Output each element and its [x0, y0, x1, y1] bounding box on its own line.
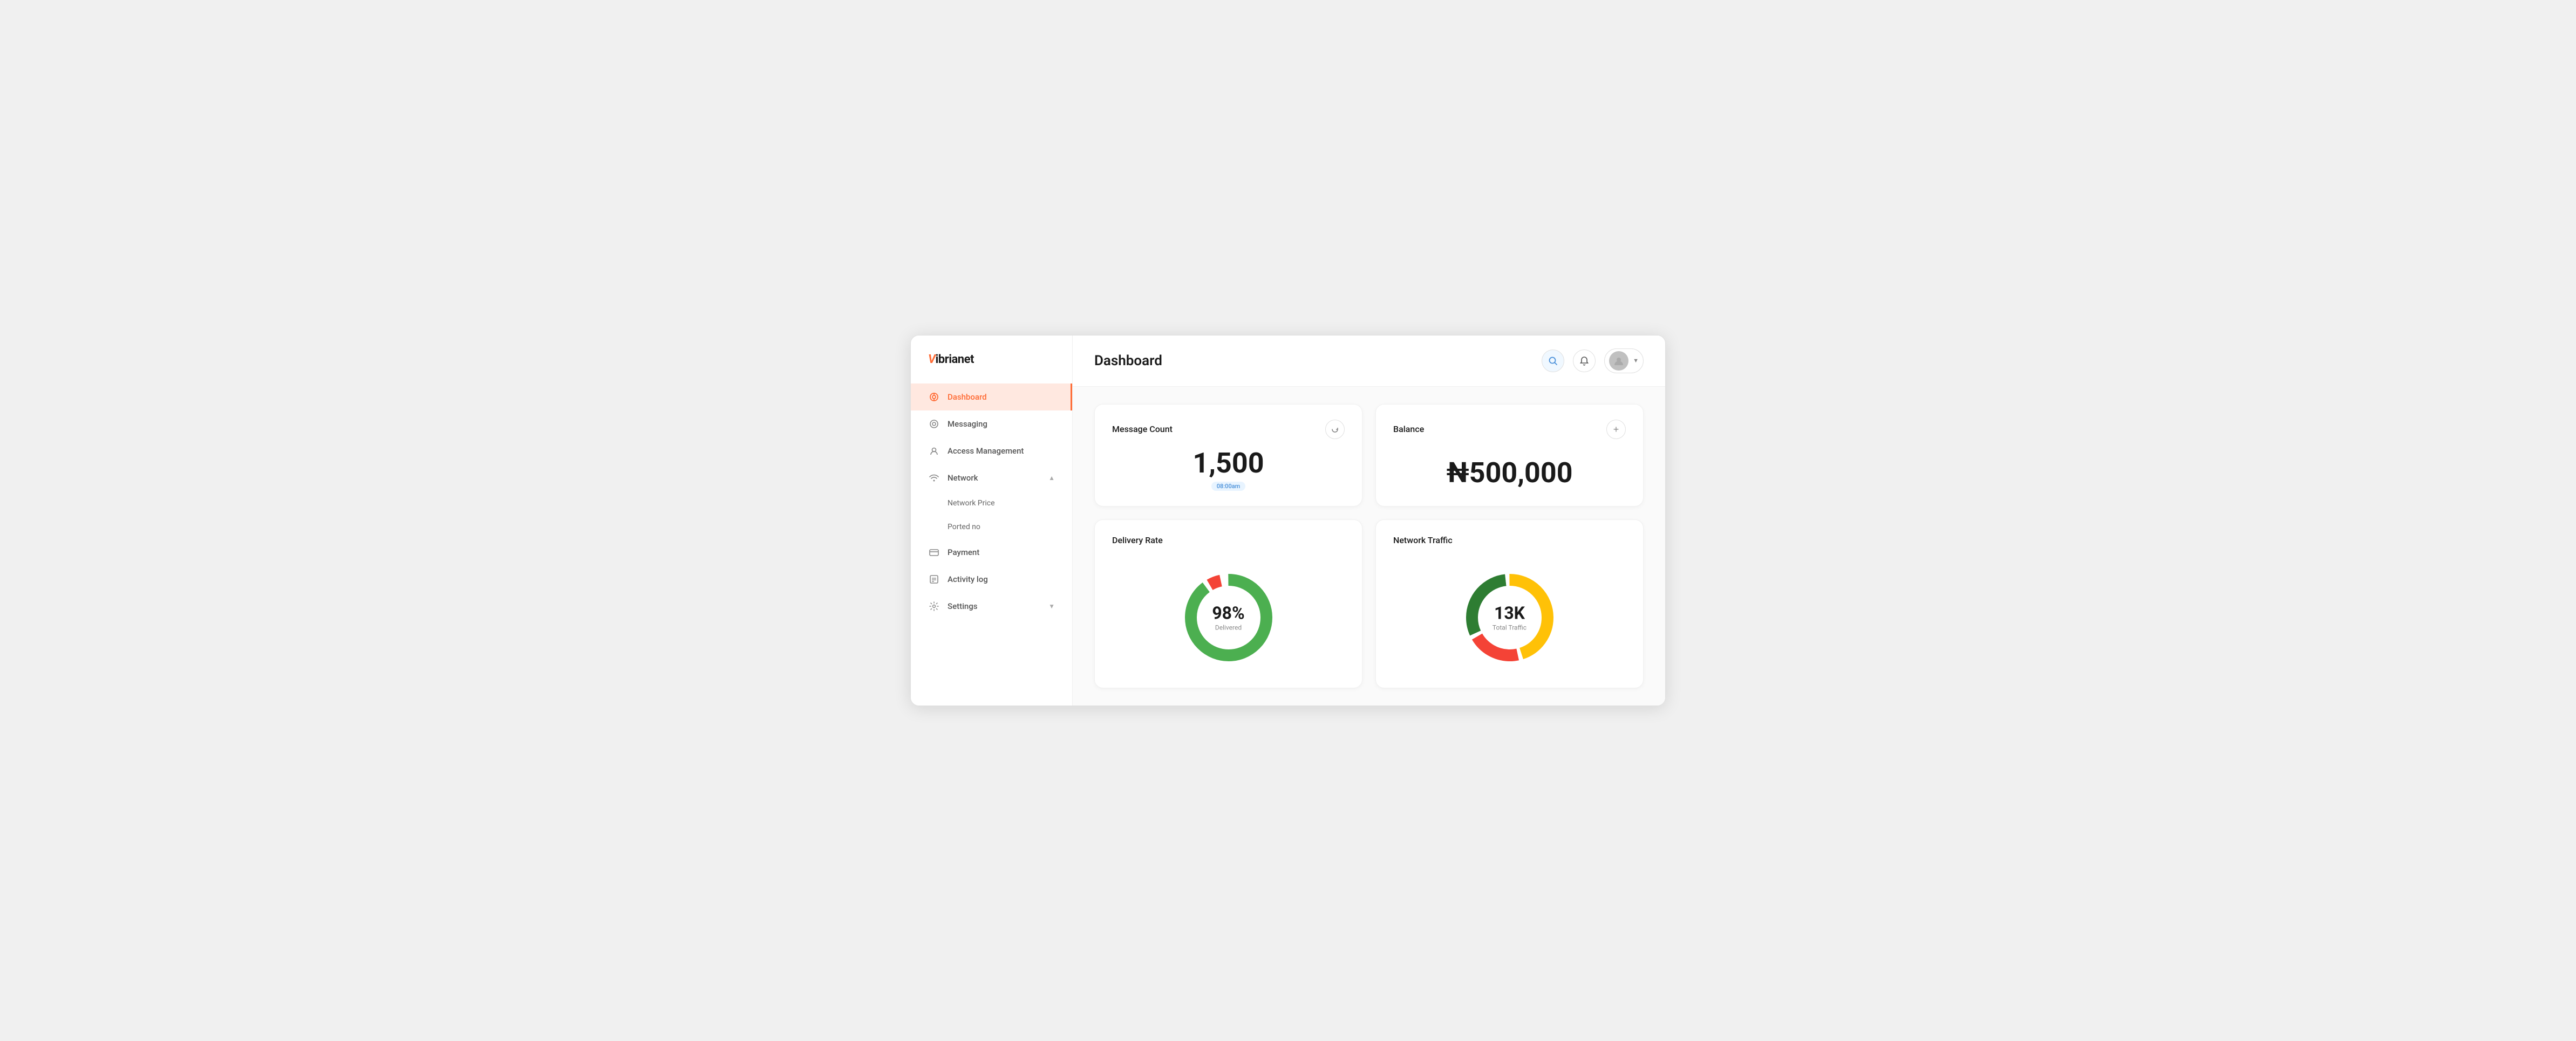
- main-content: Dashboard: [1073, 335, 1665, 706]
- search-icon: [1548, 356, 1558, 366]
- avatar: [1609, 351, 1628, 371]
- avatar-chevron-icon: ▼: [1633, 357, 1639, 364]
- network-traffic-label: Total Traffic: [1493, 624, 1526, 632]
- network-traffic-card: Network Traffic: [1375, 519, 1644, 688]
- access-icon: [928, 445, 940, 457]
- header: Dashboard: [1073, 335, 1665, 387]
- dashboard-icon: [928, 391, 940, 403]
- sidebar-item-ported-no[interactable]: Ported no: [911, 515, 1072, 539]
- sidebar-item-activity-log[interactable]: Activity log: [911, 566, 1072, 593]
- dashboard-content: Message Count 1,500 08:00am: [1073, 387, 1665, 706]
- app-container: Vibrianet Dashboard: [910, 335, 1666, 706]
- sidebar-item-messaging[interactable]: Messaging: [911, 410, 1072, 437]
- settings-chevron-icon: ▼: [1048, 602, 1055, 610]
- settings-icon: [928, 600, 940, 612]
- network-traffic-header: Network Traffic: [1393, 535, 1626, 545]
- delivery-rate-label: Delivered: [1212, 624, 1244, 632]
- logo-suffix: ibrianet: [935, 353, 974, 366]
- sidebar-item-activity-label: Activity log: [948, 574, 988, 584]
- message-count-refresh-button[interactable]: [1325, 420, 1345, 439]
- logo-v-letter: V: [928, 353, 935, 366]
- message-count-header: Message Count: [1112, 420, 1345, 439]
- sidebar-item-access-label: Access Management: [948, 446, 1024, 456]
- sidebar-item-payment[interactable]: Payment: [911, 539, 1072, 566]
- delivery-rate-title: Delivery Rate: [1112, 535, 1163, 545]
- message-count-title: Message Count: [1112, 424, 1173, 434]
- balance-header: Balance +: [1393, 420, 1626, 439]
- search-button[interactable]: [1542, 350, 1564, 372]
- delivery-rate-header: Delivery Rate: [1112, 535, 1345, 545]
- network-traffic-title: Network Traffic: [1393, 535, 1453, 545]
- message-count-time-area: 08:00am: [1112, 482, 1345, 491]
- sidebar-item-access-management[interactable]: Access Management: [911, 437, 1072, 464]
- page-title: Dashboard: [1094, 353, 1162, 369]
- sidebar-item-network[interactable]: Network ▲: [911, 464, 1072, 491]
- avatar-button[interactable]: ▼: [1604, 348, 1644, 373]
- network-traffic-donut: 13K Total Traffic: [1459, 566, 1561, 669]
- logo-area: Vibrianet: [911, 353, 1072, 383]
- delivery-rate-chart: 98% Delivered: [1112, 554, 1345, 673]
- balance-value: ₦500,000: [1393, 448, 1626, 489]
- messaging-icon: [928, 418, 940, 430]
- balance-add-button[interactable]: +: [1606, 420, 1626, 439]
- sidebar-item-settings-label: Settings: [948, 601, 978, 611]
- bell-button[interactable]: [1573, 350, 1596, 372]
- plus-icon: +: [1613, 424, 1619, 434]
- payment-icon: [928, 546, 940, 558]
- message-count-time-badge: 08:00am: [1211, 482, 1245, 491]
- sidebar-item-settings[interactable]: Settings ▼: [911, 593, 1072, 620]
- network-traffic-chart: 13K Total Traffic: [1393, 554, 1626, 673]
- activity-icon: [928, 573, 940, 585]
- user-icon: [1613, 355, 1624, 366]
- message-count-card: Message Count 1,500 08:00am: [1094, 404, 1362, 506]
- balance-title: Balance: [1393, 424, 1424, 434]
- network-icon: [928, 472, 940, 484]
- sidebar-item-messaging-label: Messaging: [948, 419, 987, 429]
- balance-card: Balance + ₦500,000: [1375, 404, 1644, 506]
- delivery-rate-center: 98% Delivered: [1212, 604, 1244, 632]
- network-traffic-value: 13K: [1493, 604, 1526, 623]
- nav-menu: Dashboard Messaging: [911, 383, 1072, 688]
- header-actions: ▼: [1542, 348, 1644, 373]
- sidebar-item-network-label: Network: [948, 473, 978, 483]
- sidebar-item-dashboard[interactable]: Dashboard: [911, 383, 1072, 410]
- cards-grid: Message Count 1,500 08:00am: [1094, 404, 1644, 688]
- logo: Vibrianet: [928, 353, 974, 366]
- delivery-rate-value: 98%: [1212, 604, 1244, 623]
- message-count-value: 1,500: [1112, 448, 1345, 478]
- delivery-rate-donut: 98% Delivered: [1177, 566, 1280, 669]
- sidebar-item-network-price[interactable]: Network Price: [911, 491, 1072, 515]
- refresh-icon: [1331, 425, 1339, 434]
- delivery-rate-card: Delivery Rate: [1094, 519, 1362, 688]
- sidebar-item-payment-label: Payment: [948, 547, 979, 557]
- network-traffic-center: 13K Total Traffic: [1493, 604, 1526, 632]
- bell-icon: [1579, 356, 1589, 366]
- sidebar-item-ported-no-label: Ported no: [948, 523, 980, 531]
- sidebar-item-network-price-label: Network Price: [948, 499, 995, 508]
- sidebar: Vibrianet Dashboard: [911, 335, 1073, 706]
- sidebar-item-dashboard-label: Dashboard: [948, 392, 987, 402]
- network-chevron-icon: ▲: [1048, 474, 1055, 482]
